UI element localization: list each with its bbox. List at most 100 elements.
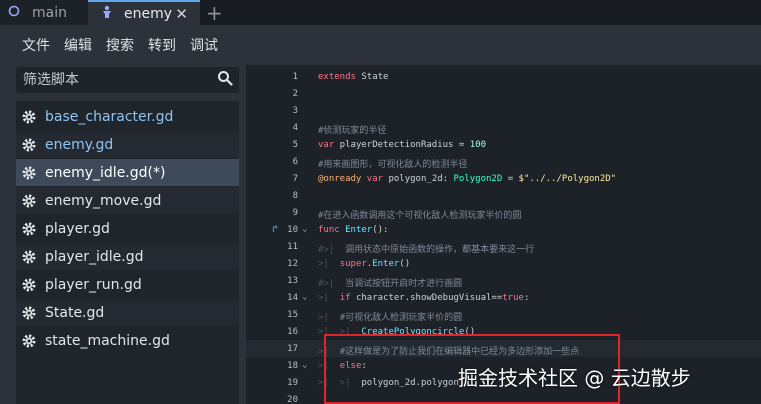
- list-item[interactable]: enemy.gd: [16, 131, 239, 158]
- menu-bar: 文件 编辑 搜索 转到 调试: [0, 25, 761, 65]
- code-comment: #用来画图形，可视化敌人的检测半径: [318, 160, 468, 170]
- keyword: extends: [318, 72, 356, 82]
- menu-file[interactable]: 文件: [22, 35, 50, 55]
- code-text: >| #可视化敌人检测玩家半价的圆: [318, 310, 462, 323]
- fold-arrow-icon[interactable]: ⌄: [302, 224, 307, 234]
- line-number: 13: [287, 276, 298, 286]
- list-item[interactable]: state_machine.gd: [16, 327, 239, 354]
- close-icon[interactable]: ✕: [175, 5, 188, 23]
- code-token: (): [399, 259, 411, 269]
- filter-box: [16, 67, 239, 93]
- code-line: 9 #在进入函数调用这个可视化敌人检测玩家半价的圆: [246, 204, 761, 221]
- number-literal: 100: [469, 140, 486, 150]
- line-number: 10: [287, 225, 298, 235]
- code-comment: #在进入函数调用这个可视化敌人检测玩家半价的圆: [318, 211, 522, 221]
- line-number: 17: [287, 344, 298, 354]
- list-item[interactable]: enemy_move.gd: [16, 187, 239, 214]
- indent-guide: >| >|: [318, 378, 362, 388]
- list-item[interactable]: enemy_idle.gd(*): [16, 159, 239, 186]
- code-text: @onready var polygon_2d: Polygon2D = $".…: [318, 174, 616, 184]
- line-number: 20: [287, 395, 298, 404]
- line-number: 15: [287, 310, 298, 320]
- function-name: CreatePolygoncircle: [361, 327, 465, 337]
- code-token: polygon_2d:: [383, 174, 454, 184]
- keyword: func: [318, 225, 340, 235]
- filter-input[interactable]: [23, 72, 213, 88]
- gear-icon: [22, 166, 36, 179]
- indent-guide: >|: [318, 313, 340, 323]
- keyword: if: [339, 293, 351, 303]
- menu-goto[interactable]: 转到: [148, 35, 176, 55]
- indent-guide: >| >|: [318, 327, 362, 337]
- code-text: #>| 当调试按钮开启时才进行画圆: [318, 276, 462, 289]
- annotation: @onready: [318, 174, 362, 184]
- code-comment: 调用状态中原始函数的操作，都基本要来这一行: [345, 245, 535, 255]
- code-line: 13 #>| 当调试按钮开启时才进行画圆: [246, 272, 761, 289]
- list-item[interactable]: player_run.gd: [16, 271, 239, 298]
- indent-guide: >|: [318, 293, 340, 303]
- gear-icon: [22, 222, 36, 235]
- script-panel: base_character.gd enemy.gd enemy_idle.gd…: [0, 65, 246, 404]
- circle-icon: [8, 5, 26, 20]
- fold-arrow-icon[interactable]: ⌄: [302, 360, 307, 370]
- keyword: var: [318, 140, 335, 150]
- line-number: 16: [287, 327, 298, 337]
- script-list: base_character.gd enemy.gd enemy_idle.gd…: [16, 101, 239, 404]
- menu-edit[interactable]: 编辑: [64, 35, 92, 55]
- gear-icon: [22, 194, 36, 207]
- code-line: 4 #侦测玩家的半径: [246, 119, 761, 136]
- code-text: >| >| polygon_2d.polygon: [318, 378, 459, 388]
- code-comment: #这样做是为了防止我们在编辑器中已经为多边形添加一些点: [339, 347, 580, 357]
- line-number: 6: [292, 157, 298, 167]
- indent-guide: >|: [318, 361, 340, 371]
- line-number: 2: [292, 89, 298, 99]
- code-text: >| if character.showDebugVisual==true:: [318, 293, 529, 303]
- tab-main[interactable]: main: [0, 0, 88, 25]
- list-item[interactable]: player.gd: [16, 215, 239, 242]
- indent-guide: #>|: [318, 279, 346, 289]
- list-item[interactable]: player_idle.gd: [16, 243, 239, 270]
- code-text: >| #这样做是为了防止我们在编辑器中已经为多边形添加一些点: [318, 344, 579, 357]
- gear-icon: [22, 278, 36, 291]
- line-number: 5: [292, 140, 298, 150]
- code-text: var playerDetectionRadius = 100: [318, 140, 486, 150]
- menu-search[interactable]: 搜索: [106, 35, 134, 55]
- code-token: playerDetectionRadius =: [334, 140, 470, 150]
- line-number: 7: [292, 174, 298, 184]
- line-number: 19: [287, 378, 298, 388]
- gear-icon: [22, 110, 36, 123]
- line-number: 9: [292, 208, 298, 218]
- line-number: 11: [287, 242, 298, 252]
- watermark: 掘金技术社区 @ 云边散步: [458, 366, 691, 390]
- tab-enemy-label: enemy: [124, 5, 173, 22]
- code-token: character.showDebugVisual==: [350, 293, 503, 303]
- line-number: 14: [287, 293, 298, 303]
- file-name: player.gd: [45, 220, 110, 237]
- code-line: 1 extends State: [246, 68, 761, 85]
- keyword: super: [339, 259, 367, 269]
- code-editor[interactable]: 1 extends State 2 3 4 #侦测玩家的半径 5 var pla…: [246, 65, 761, 404]
- fold-arrow-icon[interactable]: ⌄: [302, 292, 307, 302]
- code-line: 2: [246, 85, 761, 102]
- code-text: #>| 调用状态中原始函数的操作，都基本要来这一行: [318, 242, 534, 255]
- type-name: Polygon2D: [453, 174, 503, 184]
- list-item[interactable]: base_character.gd: [16, 103, 239, 130]
- code-token: State: [355, 72, 389, 82]
- gear-icon: [22, 250, 36, 263]
- file-name: enemy_idle.gd(*): [45, 164, 166, 181]
- tab-enemy[interactable]: enemy ✕: [88, 0, 200, 25]
- add-tab-icon[interactable]: +: [206, 1, 223, 25]
- list-item[interactable]: State.gd: [16, 299, 239, 326]
- code-line: 6 #用来画图形，可视化敌人的检测半径: [246, 153, 761, 170]
- keyword: true: [502, 293, 524, 303]
- code-token: :: [523, 293, 530, 303]
- string-literal: $"../../Polygon2D": [518, 174, 617, 184]
- code-text: >| super.Enter(): [318, 259, 410, 269]
- file-name: enemy.gd: [45, 136, 114, 153]
- gear-icon: [22, 138, 36, 151]
- menu-debug[interactable]: 调试: [190, 35, 218, 55]
- search-icon[interactable]: [217, 70, 233, 86]
- code-line: 20: [246, 391, 761, 404]
- code-token: ():: [372, 225, 389, 235]
- code-token: =: [502, 174, 519, 184]
